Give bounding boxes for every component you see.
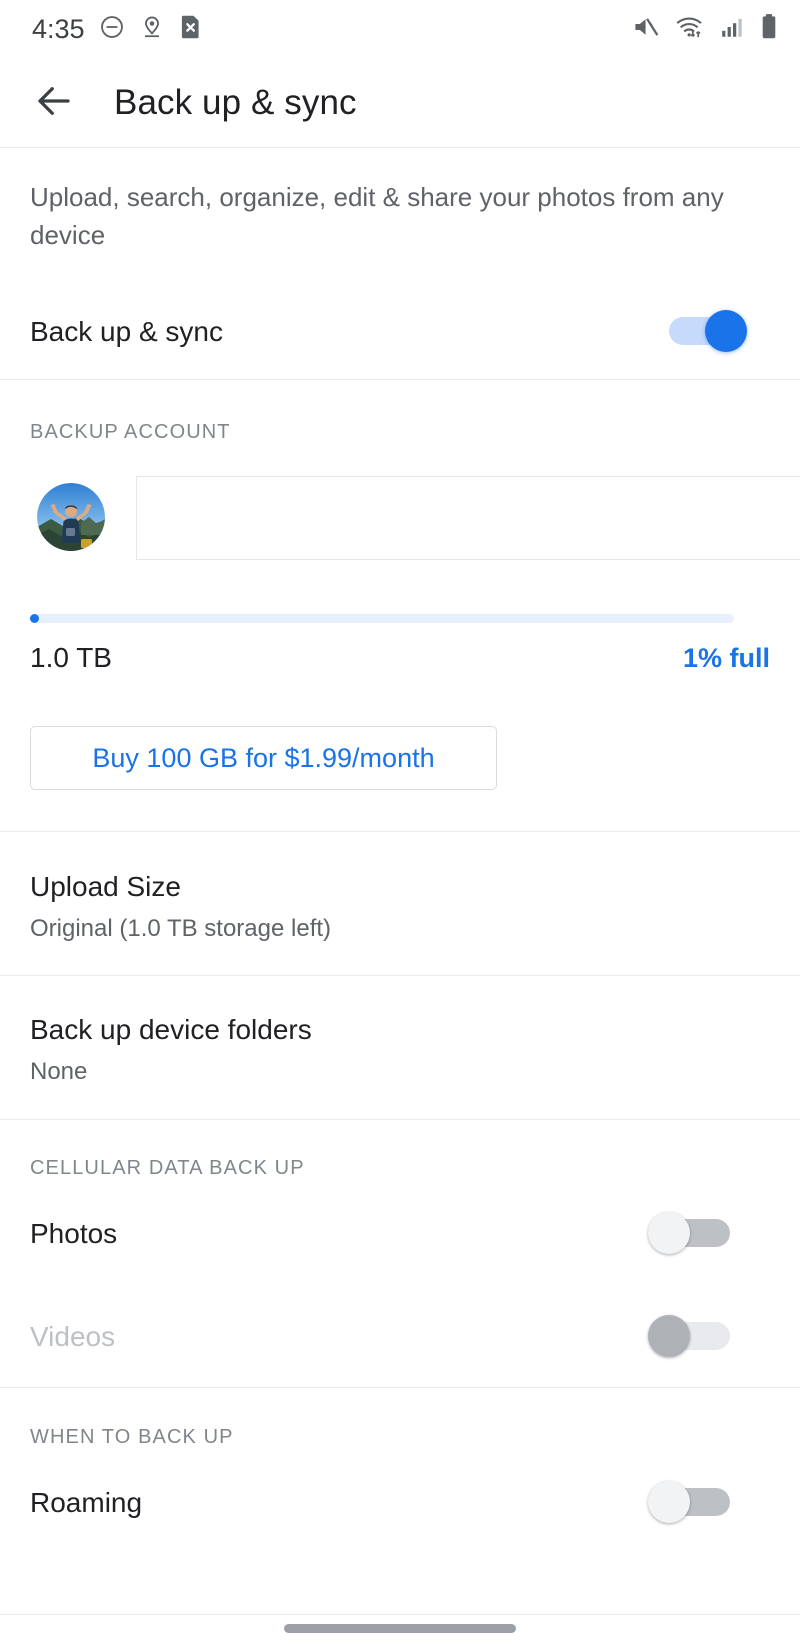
do-not-disturb-icon [99, 14, 125, 45]
cellular-section-label: CELLULAR DATA BACK UP [30, 1157, 305, 1179]
back-button[interactable] [22, 71, 86, 135]
location-pin-icon [139, 14, 165, 45]
bottom-divider [0, 1614, 800, 1615]
buy-storage-button-label: Buy 100 GB for $1.99/month [92, 742, 435, 773]
device-folders-title[interactable]: Back up device folders [30, 1014, 312, 1046]
wifi-data-icon [674, 14, 706, 45]
sd-card-error-icon [179, 14, 203, 45]
page-title: Back up & sync [114, 83, 357, 122]
cellular-divider [0, 1387, 800, 1388]
storage-percent-label: 1% full [682, 643, 770, 673]
upload-size-divider [0, 975, 800, 976]
volume-muted-icon [631, 14, 661, 45]
toggle-thumb [648, 1315, 690, 1357]
when-to-backup-section-label: WHEN TO BACK UP [30, 1426, 234, 1448]
storage-progress-fill [30, 614, 40, 623]
cellular-videos-label: Videos [30, 1321, 116, 1352]
status-bar-right [631, 13, 778, 45]
app-bar: Back up & sync [0, 58, 800, 148]
cellular-photos-label: Photos [30, 1218, 118, 1249]
cellular-photos-toggle[interactable] [648, 1208, 736, 1258]
cellular-videos-toggle[interactable] [648, 1311, 736, 1361]
backup-account-section-label: BACKUP ACCOUNT [30, 421, 231, 443]
toggle-thumb [648, 1481, 690, 1523]
status-bar-left: 4:35 [32, 14, 203, 45]
storage-divider [0, 831, 800, 832]
device-folders-divider [0, 1119, 800, 1120]
storage-progress-bar [30, 614, 734, 623]
phone-screen: 4:35 Back up & sync Upload, search, orga… [0, 0, 800, 1645]
roaming-label: Roaming [30, 1487, 143, 1518]
status-clock: 4:35 [32, 13, 85, 44]
storage-total-label: 1.0 TB [30, 642, 112, 673]
back-arrow-icon [33, 80, 75, 127]
roaming-toggle[interactable] [648, 1477, 736, 1527]
feature-description: Upload, search, organize, edit & share y… [30, 182, 724, 250]
status-bar: 4:35 [0, 0, 800, 58]
backup-sync-divider [0, 379, 800, 380]
backup-sync-toggle[interactable] [663, 306, 751, 356]
device-folders-value: None [30, 1058, 88, 1085]
buy-storage-button[interactable]: Buy 100 GB for $1.99/month [30, 726, 497, 790]
toggle-thumb [648, 1212, 690, 1254]
upload-size-title[interactable]: Upload Size [30, 871, 181, 903]
toggle-thumb [705, 310, 747, 352]
backup-sync-row-label: Back up & sync [30, 316, 223, 347]
upload-size-value: Original (1.0 TB storage left) [30, 915, 332, 942]
battery-full-icon [760, 13, 778, 45]
avatar[interactable] [37, 483, 105, 551]
cellular-signal-icon [719, 14, 747, 45]
account-name-field[interactable] [136, 476, 800, 560]
gesture-navigation-bar[interactable] [284, 1624, 516, 1633]
appbar-divider [0, 147, 800, 148]
